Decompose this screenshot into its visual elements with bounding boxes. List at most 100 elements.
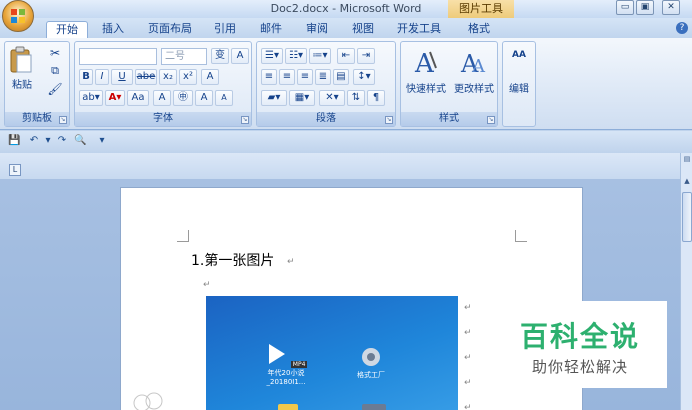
align-right-icon[interactable]: ≡ [297, 69, 313, 85]
paragraph-group: ☰▾ ☷▾ ≔▾ ⇤ ⇥ ≡ ≡ ≡ ≣ ▤ ↕▾ ▰▾ ▦▾ ✕▾ ⇅ ¶ 段… [256, 41, 396, 127]
tab-mailings[interactable]: 邮件 [254, 21, 288, 38]
paragraph-mark: ↵ [464, 328, 472, 338]
minimize-button[interactable]: ▭ [616, 0, 634, 15]
tab-view[interactable]: 视图 [346, 21, 380, 38]
font-color-button[interactable]: A▾ [105, 90, 125, 106]
align-center-icon[interactable]: ≡ [279, 69, 295, 85]
cut-icon[interactable]: ✂ [45, 46, 65, 62]
underline-button[interactable]: U [111, 69, 133, 85]
sort-icon[interactable]: ⇅ [347, 90, 365, 106]
grow-font-button[interactable]: A [195, 90, 213, 106]
svg-text:A: A [471, 56, 486, 76]
tab-developer[interactable]: 开发工具 [392, 21, 446, 38]
styles-group-label: 样式 [401, 112, 497, 126]
quick-access-toolbar: 💾 ↶ ▾ ↷ 🔍 ▾ [0, 131, 692, 153]
bold-button[interactable]: B [79, 69, 93, 85]
bullets-icon[interactable]: ☰▾ [261, 48, 283, 64]
quick-styles-label: 快速样式 [406, 84, 446, 95]
inserted-picture[interactable]: MP4 年代20小说 _20180I1... 格式工厂 [206, 296, 458, 410]
change-case-button[interactable]: Aa [127, 90, 149, 106]
italic-button[interactable]: I [95, 69, 109, 85]
office-button[interactable] [2, 0, 34, 32]
shading-icon[interactable]: ▰▾ [261, 90, 287, 106]
line-spacing-icon[interactable]: ↕▾ [353, 69, 375, 85]
phonetic-guide-button[interactable]: 变 [211, 48, 229, 64]
save-icon[interactable]: 💾 [8, 135, 20, 147]
numbering-icon[interactable]: ☷▾ [285, 48, 307, 64]
redo-icon[interactable]: ↷ [56, 135, 68, 147]
increase-indent-icon[interactable]: ⇥ [357, 48, 375, 64]
chinese-layout-icon[interactable]: ✕▾ [319, 90, 345, 106]
strikethrough-button[interactable]: abe [135, 69, 157, 85]
enclosed-char-button[interactable]: ㊥ [173, 90, 193, 106]
undo-dropdown-icon[interactable]: ▾ [42, 135, 54, 147]
multilevel-list-icon[interactable]: ≔▾ [309, 48, 331, 64]
scroll-thumb[interactable] [682, 192, 692, 242]
paragraph-mark: ↵ [464, 303, 472, 313]
undo-icon[interactable]: ↶ [28, 135, 40, 147]
styles-launcher-icon[interactable]: ↘ [487, 116, 495, 124]
print-preview-icon[interactable]: 🔍 [74, 135, 86, 147]
editing-button[interactable]: 编辑 [503, 80, 535, 95]
restore-button[interactable]: ▣ [636, 0, 654, 15]
ribbon-tabs: 开始 插入 页面布局 引用 邮件 审阅 视图 开发工具 格式 ? [0, 18, 692, 38]
distribute-icon[interactable]: ▤ [333, 69, 349, 85]
ruler-toggle-button[interactable]: L [9, 164, 21, 176]
styles-group: A 快速样式 A A 更改样式 样式 ↘ [400, 41, 498, 127]
paragraph-launcher-icon[interactable]: ↘ [385, 116, 393, 124]
clipboard-group: 粘贴 ✂ ⧉ 🖌 剪贴板 ↘ [4, 41, 70, 127]
superscript-button[interactable]: x² [179, 69, 197, 85]
vertical-scrollbar[interactable]: ▤ ▲ [680, 153, 692, 410]
close-button[interactable]: ✕ [662, 0, 680, 15]
change-styles-button[interactable]: A A 更改样式 [451, 46, 497, 106]
window-title: Doc2.docx - Microsoft Word [270, 2, 422, 15]
paragraph-mark: ↵ [287, 257, 295, 267]
subscript-button[interactable]: x₂ [159, 69, 177, 85]
paragraph-mark: ↵ [464, 378, 472, 388]
tab-review[interactable]: 审阅 [300, 21, 334, 38]
paste-label: 粘贴 [12, 80, 32, 91]
font-name-combo[interactable] [79, 48, 157, 65]
paragraph-mark: ↵ [464, 403, 472, 410]
tab-references[interactable]: 引用 [208, 21, 242, 38]
customize-qat-icon[interactable]: ▾ [96, 135, 108, 147]
char-shading-button[interactable]: A [153, 90, 171, 106]
word-window: Doc2.docx - Microsoft Word 图片工具 ▭ ▣ ✕ 开始… [0, 0, 692, 410]
computer-icon [362, 404, 386, 410]
char-border-button[interactable]: A [231, 48, 249, 64]
justify-icon[interactable]: ≣ [315, 69, 331, 85]
view-ruler-icon[interactable]: ▤ [682, 155, 692, 165]
clear-formatting-button[interactable]: A [201, 69, 219, 85]
tab-format[interactable]: 格式 [462, 21, 496, 38]
picture-tools-tab[interactable]: 图片工具 [448, 0, 514, 18]
paragraph-mark: ↵ [203, 280, 211, 290]
clipboard-launcher-icon[interactable]: ↘ [59, 116, 67, 124]
decrease-indent-icon[interactable]: ⇤ [337, 48, 355, 64]
align-left-icon[interactable]: ≡ [261, 69, 277, 85]
borders-icon[interactable]: ▦▾ [289, 90, 315, 106]
show-marks-icon[interactable]: ¶ [367, 90, 385, 106]
scroll-up-icon[interactable]: ▲ [682, 177, 692, 187]
format-painter-icon[interactable]: 🖌 [45, 82, 65, 98]
tab-insert[interactable]: 插入 [96, 21, 130, 38]
document-heading: 1.第一张图片 [191, 253, 275, 269]
highlight-button[interactable]: ab▾ [79, 90, 103, 106]
font-group-label: 字体 [75, 112, 251, 126]
find-icon[interactable]: AA [509, 48, 529, 64]
play-icon [268, 344, 285, 364]
font-launcher-icon[interactable]: ↘ [241, 116, 249, 124]
shrink-font-button[interactable]: A [215, 90, 233, 106]
help-icon[interactable]: ? [676, 22, 688, 34]
ruler-area: L [0, 153, 680, 179]
title-bar: Doc2.docx - Microsoft Word 图片工具 ▭ ▣ ✕ [0, 0, 692, 18]
quick-styles-button[interactable]: A 快速样式 [403, 46, 449, 106]
font-size-combo[interactable]: 二号 [161, 48, 207, 65]
office-logo-icon [11, 9, 25, 23]
copy-icon[interactable]: ⧉ [45, 64, 65, 80]
editing-group: AA 编辑 [502, 41, 536, 127]
paste-button[interactable]: 粘贴 [9, 46, 35, 98]
tab-page-layout[interactable]: 页面布局 [144, 21, 196, 38]
tab-home[interactable]: 开始 [46, 21, 88, 38]
desktop-icon-format-factory: 格式工厂 [346, 346, 396, 380]
watermark-badge: 百科全说 助你轻松解决 [493, 301, 667, 388]
